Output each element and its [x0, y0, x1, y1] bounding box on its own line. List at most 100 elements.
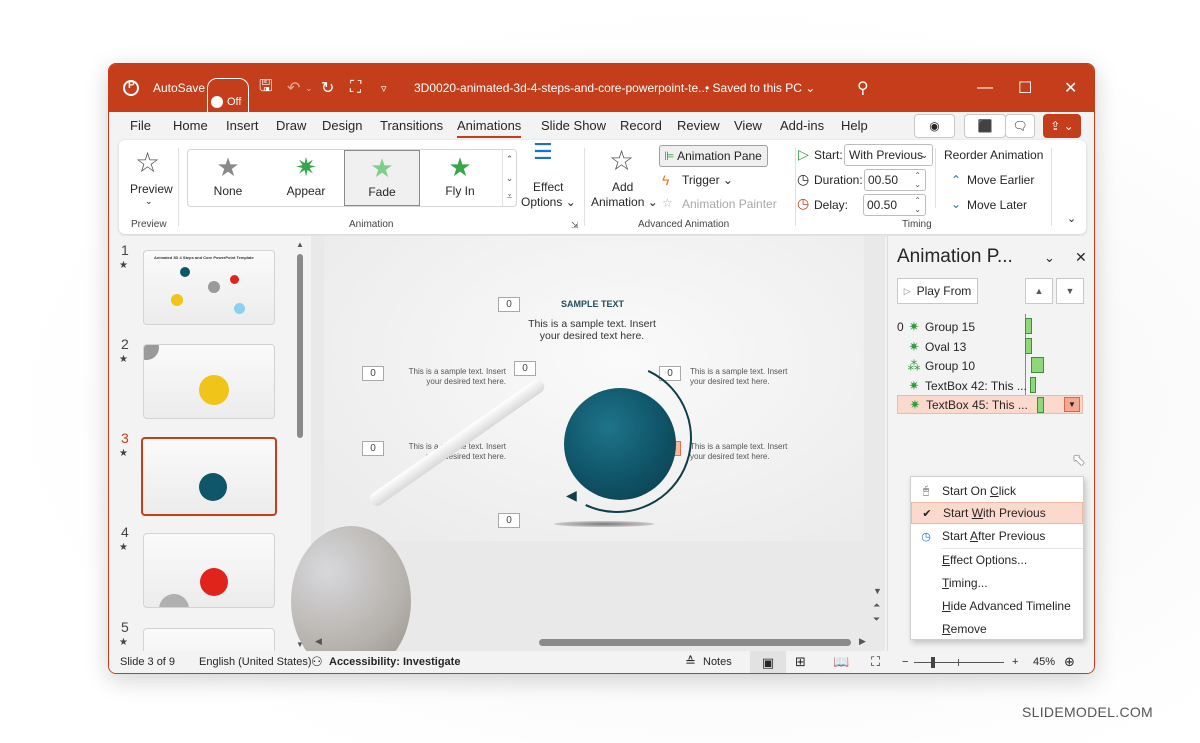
tab-home[interactable]: Home — [173, 118, 208, 133]
tab-insert[interactable]: Insert — [226, 118, 259, 133]
move-earlier-button[interactable]: Move Earlier — [967, 173, 1034, 187]
collapse-ribbon-icon[interactable]: ⌄ — [1067, 212, 1076, 225]
move-up-button[interactable]: ▲ — [1025, 278, 1053, 304]
next-slide-icon[interactable]: ⏷ — [873, 614, 880, 625]
animation-appear[interactable]: ✷ Appear — [268, 150, 344, 206]
start-select[interactable]: With Previous ⌄ — [844, 144, 933, 166]
animation-item-textbox-42[interactable]: ✷ TextBox 42: This ... — [897, 376, 1083, 395]
slideshow-view-icon[interactable]: ⛶ — [871, 654, 880, 670]
language-status[interactable]: English (United States) — [199, 656, 312, 668]
close-icon[interactable]: ✕ — [1064, 64, 1077, 112]
add-animation-star-icon[interactable]: ☆ — [609, 144, 634, 177]
timeline-bar[interactable] — [1037, 397, 1044, 413]
pane-options-icon[interactable]: ⌄ — [1044, 250, 1055, 266]
record-button[interactable]: ◉ — [914, 114, 955, 138]
maximize-icon[interactable]: ☐ — [1018, 64, 1032, 112]
tab-add-ins[interactable]: Add-ins — [780, 118, 824, 133]
undo-dropdown-icon[interactable]: ⌄ — [305, 64, 313, 112]
gallery-down-icon[interactable]: ⌄ — [503, 169, 516, 188]
preview-button[interactable]: Preview — [130, 182, 173, 196]
gallery-more-icon[interactable]: ⩡ — [503, 187, 516, 206]
accessibility-status[interactable]: Accessibility: Investigate — [329, 656, 460, 668]
preview-star-icon[interactable]: ☆ — [135, 146, 160, 179]
play-from-button[interactable]: ▷ Play From — [897, 278, 978, 304]
present-icon[interactable]: ⛶ — [350, 64, 361, 112]
slide-thumbnail-4[interactable] — [143, 533, 275, 608]
animation-fly-in[interactable]: ★ Fly In — [422, 150, 498, 206]
animation-tag[interactable]: 0 — [362, 366, 384, 381]
tab-animations[interactable]: Animations — [457, 118, 522, 138]
delay-input[interactable]: 00.50 ⌃ ⌄ — [863, 194, 926, 216]
move-later-button[interactable]: Move Later — [967, 198, 1027, 212]
item-dropdown-button[interactable]: ▼ — [1064, 397, 1080, 412]
sample-description[interactable]: This is a sample text. Insert your desir… — [527, 318, 657, 342]
side-text-left-1[interactable]: This is a sample text. Insert your desir… — [394, 367, 506, 387]
tab-file[interactable]: File — [130, 118, 151, 133]
fit-to-window-icon[interactable]: ⊕ — [1064, 654, 1075, 670]
side-text-right-1[interactable]: This is a sample text. Insert your desir… — [690, 367, 787, 387]
menu-start-with-previous[interactable]: ✔ Start With Previous — [911, 502, 1083, 524]
slide-sorter-icon[interactable]: ⊞ — [795, 654, 806, 670]
menu-effect-options[interactable]: Effect Options... — [911, 549, 1083, 571]
zoom-slider[interactable] — [914, 657, 1004, 668]
core-sphere[interactable] — [564, 388, 676, 500]
close-pane-icon[interactable]: ✕ — [1075, 249, 1087, 266]
scrollbar-thumb[interactable] — [297, 254, 303, 438]
teams-button[interactable]: ⬛ — [964, 114, 1006, 138]
customize-qat-icon[interactable]: ▿ — [381, 64, 387, 112]
zoom-slider-knob[interactable] — [931, 657, 935, 668]
zoom-level[interactable]: 45% — [1033, 656, 1055, 668]
animation-fade[interactable]: ★ Fade — [344, 150, 420, 206]
tab-design[interactable]: Design — [322, 118, 362, 133]
menu-start-after-previous[interactable]: ◷ Start After Previous — [911, 525, 1083, 547]
animation-tag[interactable]: 0 — [362, 441, 384, 456]
scroll-up-icon[interactable]: ▲ — [296, 240, 304, 249]
redo-icon[interactable]: ↻ — [321, 64, 334, 112]
duration-input[interactable]: 00.50 ⌃ ⌄ — [864, 169, 926, 191]
animation-tag[interactable]: 0 — [498, 513, 520, 528]
notes-button[interactable]: Notes — [703, 656, 732, 668]
preview-dropdown-icon[interactable]: ⌄ — [145, 196, 153, 207]
menu-timing[interactable]: Timing... — [911, 572, 1083, 594]
tab-view[interactable]: View — [734, 118, 762, 133]
scrollbar-thumb[interactable] — [539, 639, 851, 646]
timeline-bar[interactable] — [1031, 357, 1044, 373]
comments-button[interactable]: 🗨 — [1005, 114, 1035, 138]
normal-view-icon[interactable]: ▣ — [750, 651, 786, 673]
animation-tag[interactable]: 0 — [498, 297, 520, 312]
effect-options-icon[interactable]: ☰ — [533, 141, 553, 163]
add-animation-line1[interactable]: Add — [612, 180, 633, 194]
duration-spinner-icon[interactable]: ⌃ ⌄ — [914, 171, 921, 189]
save-status[interactable]: • Saved to this PC ⌄ — [705, 64, 815, 112]
add-animation-button[interactable]: Animation ⌄ — [591, 195, 658, 209]
animation-dialog-launcher-icon[interactable]: ⇲ — [571, 220, 579, 231]
effect-options-line1[interactable]: Effect — [533, 180, 563, 194]
animation-painter-button[interactable]: Animation Painter — [682, 197, 777, 211]
undo-icon[interactable]: ↶ — [287, 64, 300, 112]
zoom-out-icon[interactable]: − — [902, 656, 908, 668]
previous-slide-icon[interactable]: ⏶ — [873, 600, 880, 611]
zoom-in-icon[interactable]: + — [1012, 656, 1018, 668]
animation-tag[interactable]: 0 — [514, 361, 536, 376]
menu-hide-advanced-timeline[interactable]: Hide Advanced Timeline — [911, 595, 1083, 617]
sample-title[interactable]: SAMPLE TEXT — [561, 299, 624, 309]
tab-draw[interactable]: Draw — [276, 118, 306, 133]
animation-item-group-15[interactable]: 0 ✷ Group 15 — [897, 317, 1083, 336]
scroll-right-icon[interactable]: ▶ — [859, 636, 866, 647]
gallery-up-icon[interactable]: ⌃ — [503, 150, 516, 169]
slide-canvas[interactable]: 0 SAMPLE TEXT This is a sample text. Ins… — [324, 236, 864, 541]
animation-none[interactable]: ★ None — [190, 150, 266, 206]
animation-pane-button[interactable]: ⊫ Animation Pane — [659, 145, 768, 167]
scroll-down-icon[interactable]: ▼ — [873, 586, 882, 596]
tab-help[interactable]: Help — [841, 118, 868, 133]
timeline-bar[interactable] — [1025, 338, 1032, 354]
horizontal-scrollbar[interactable]: ◀ ▶ — [311, 636, 871, 648]
delay-spinner-icon[interactable]: ⌃ ⌄ — [914, 196, 921, 214]
slide-thumbnail-1[interactable]: Animated 3D 4 Steps and Core PowerPoint … — [143, 250, 275, 325]
animation-item-oval-13[interactable]: ✷ Oval 13 — [897, 337, 1083, 356]
menu-start-on-click[interactable]: 🖰 Start On Click — [911, 480, 1083, 502]
tab-review[interactable]: Review — [677, 118, 720, 133]
timeline-bar[interactable] — [1025, 318, 1032, 334]
tab-transitions[interactable]: Transitions — [380, 118, 443, 133]
scroll-left-icon[interactable]: ◀ — [315, 636, 322, 647]
